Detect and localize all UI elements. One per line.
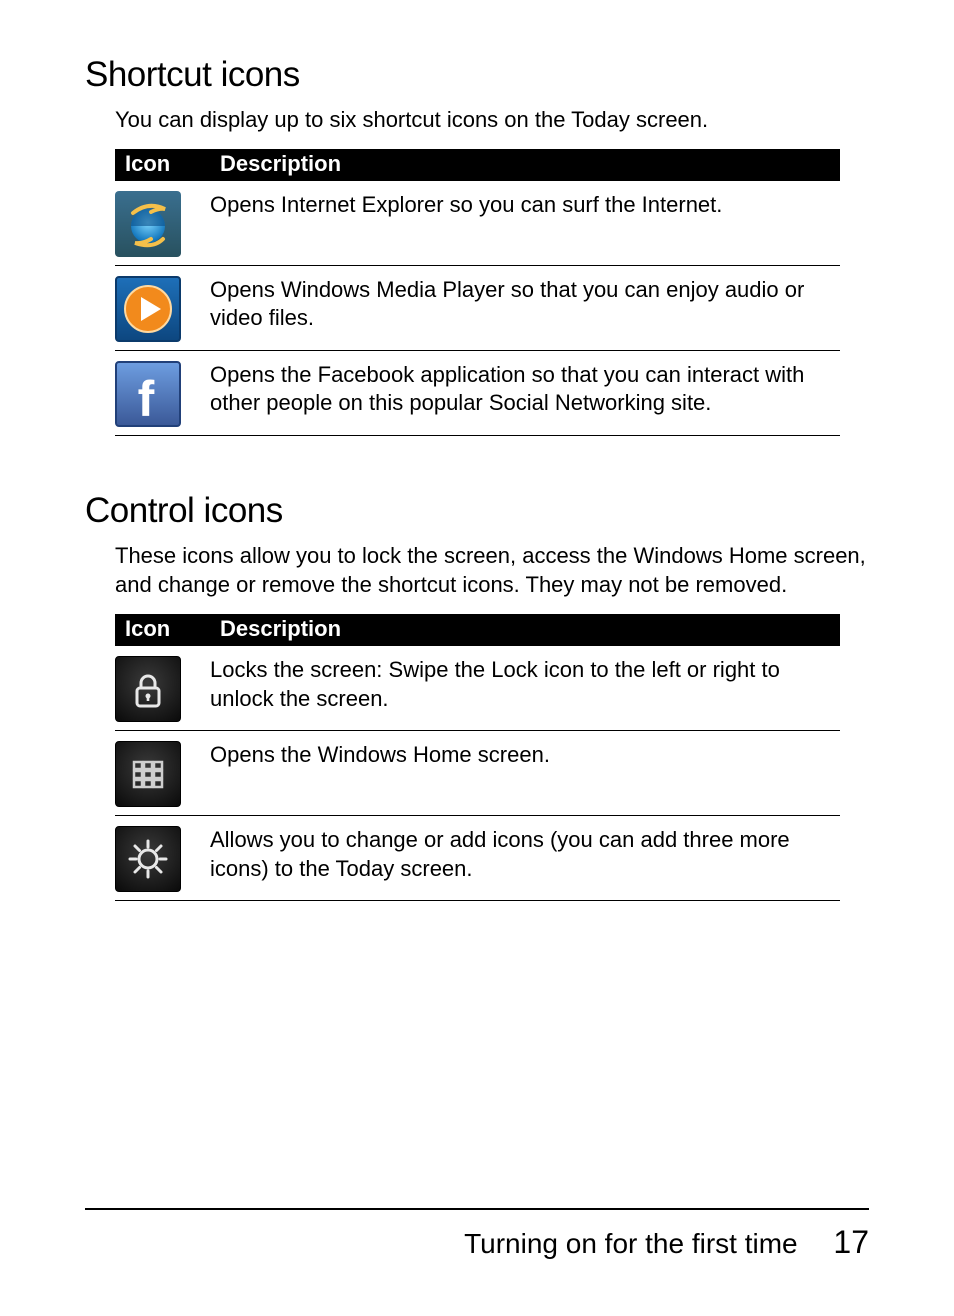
- table-cell-desc: Opens Windows Media Player so that you c…: [210, 265, 840, 350]
- control-icons-table: Icon Description Locks the screen:: [115, 614, 840, 901]
- page-footer: Turning on for the first time 17: [85, 1208, 869, 1261]
- table-row: Opens Windows Media Player so that you c…: [115, 265, 840, 350]
- footer-page-number: 17: [833, 1224, 869, 1260]
- table-row: Opens the Windows Home screen.: [115, 731, 840, 816]
- section-heading-control: Control icons: [85, 491, 869, 531]
- facebook-icon: f: [115, 361, 181, 427]
- lock-icon: [115, 656, 181, 722]
- table-header-icon: Icon: [115, 614, 210, 646]
- table-row: Locks the screen: Swipe the Lock icon to…: [115, 646, 840, 731]
- table-cell-desc: Allows you to change or add icons (you c…: [210, 816, 840, 901]
- table-row: Allows you to change or add icons (you c…: [115, 816, 840, 901]
- settings-gear-icon: [115, 826, 181, 892]
- table-cell-desc: Opens the Windows Home screen.: [210, 731, 840, 816]
- home-grid-icon: [115, 741, 181, 807]
- table-header-desc: Description: [210, 149, 840, 181]
- section-intro-shortcut: You can display up to six shortcut icons…: [115, 105, 869, 135]
- table-row: f Opens the Facebook application so that…: [115, 350, 840, 435]
- footer-chapter: Turning on for the first time: [464, 1228, 798, 1259]
- windows-media-player-icon: [115, 276, 181, 342]
- table-cell-desc: Opens Internet Explorer so you can surf …: [210, 181, 840, 266]
- table-header-desc: Description: [210, 614, 840, 646]
- shortcut-icons-table: Icon Description: [115, 149, 840, 436]
- table-row: Opens Internet Explorer so you can surf …: [115, 181, 840, 266]
- section-heading-shortcut: Shortcut icons: [85, 55, 869, 95]
- section-intro-control: These icons allow you to lock the screen…: [115, 541, 869, 600]
- table-cell-desc: Opens the Facebook application so that y…: [210, 350, 840, 435]
- svg-text:f: f: [138, 371, 155, 424]
- table-header-icon: Icon: [115, 149, 210, 181]
- internet-explorer-icon: [115, 191, 181, 257]
- table-cell-desc: Locks the screen: Swipe the Lock icon to…: [210, 646, 840, 731]
